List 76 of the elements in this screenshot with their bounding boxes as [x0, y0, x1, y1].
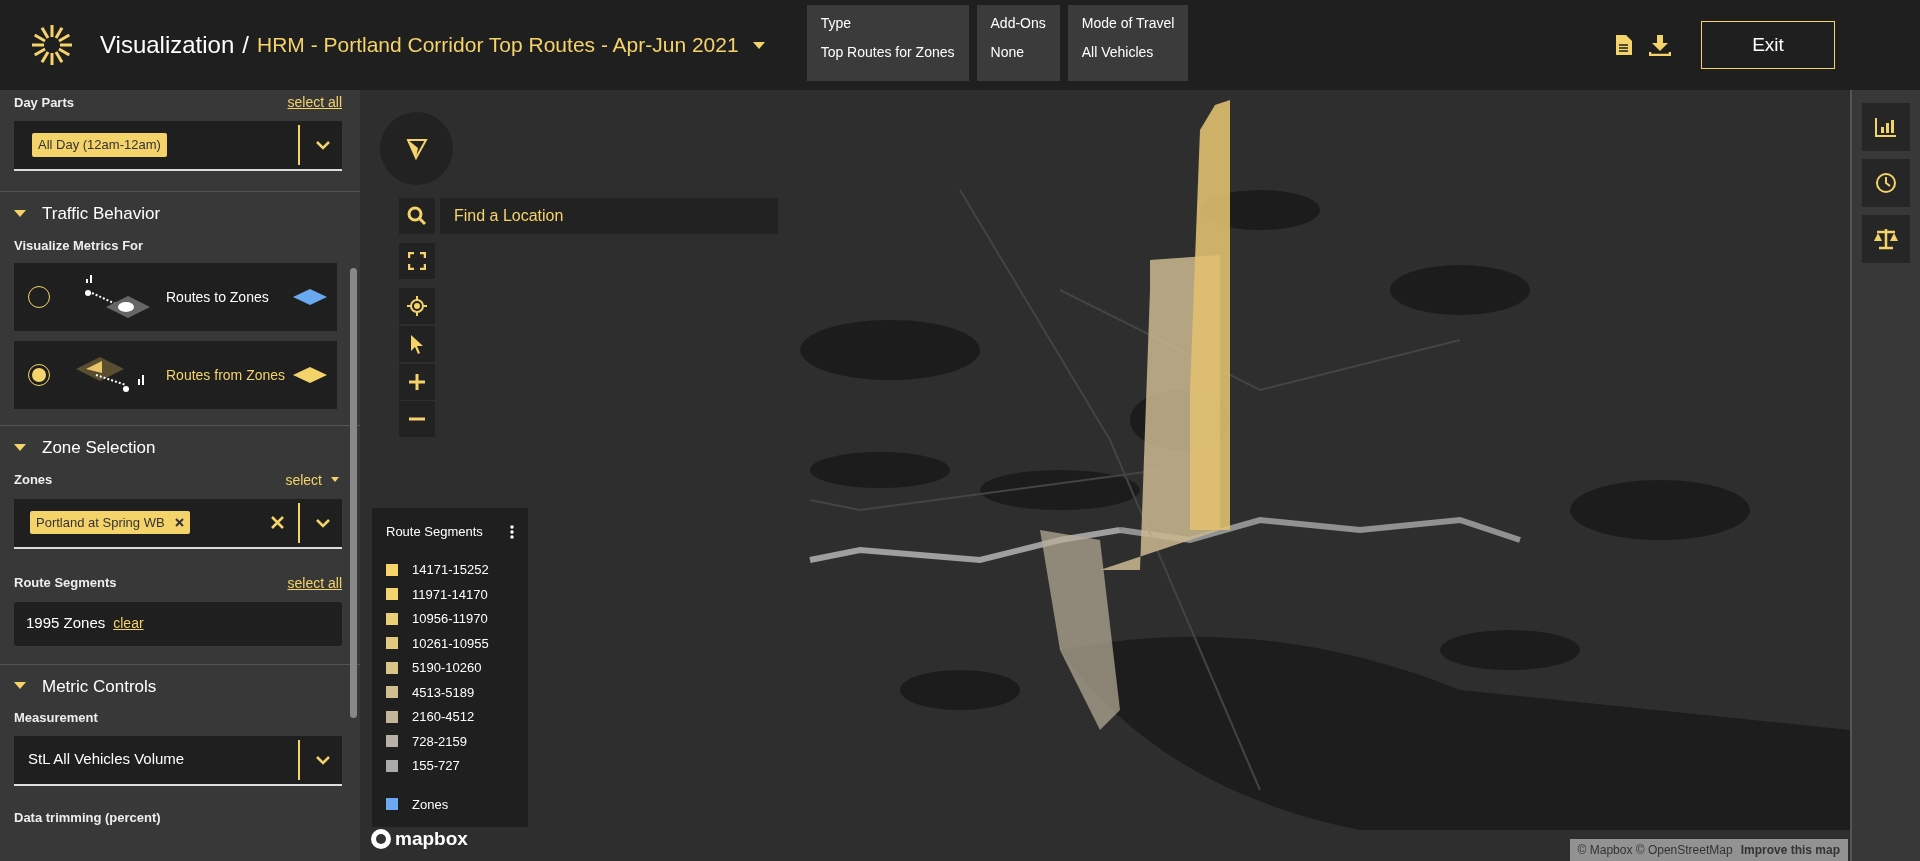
- selected-chip: Portland at Spring WB: [30, 510, 190, 535]
- zones-dropdown[interactable]: Portland at Spring WB: [14, 498, 342, 549]
- fullscreen-icon: [408, 252, 426, 270]
- attribution-text: © Mapbox © OpenStreetMap: [1577, 842, 1733, 859]
- mapbox-logo-icon: [370, 827, 392, 850]
- legend-label: 2160-4512: [412, 708, 475, 726]
- info-label: Type: [820, 14, 852, 33]
- section-header[interactable]: Metric Controls: [14, 664, 157, 708]
- locate-button[interactable]: [399, 288, 435, 324]
- download-icon[interactable]: [1649, 34, 1671, 56]
- legend-label: 14171-15252: [412, 561, 489, 579]
- field-label: Zones: [14, 471, 53, 490]
- section-header[interactable]: Traffic Behavior: [14, 192, 161, 236]
- info-value: None: [990, 43, 1025, 62]
- field-label: Visualize Metrics For: [14, 236, 145, 255]
- section-header[interactable]: Zone Selection: [14, 426, 156, 470]
- clock-icon: [1875, 172, 1897, 194]
- field-label: Data trimming (percent): [14, 808, 162, 827]
- exit-button[interactable]: Exit: [1701, 21, 1835, 69]
- segments-count: 1995 Zones: [26, 613, 106, 634]
- compare-button[interactable]: [1862, 215, 1910, 263]
- zoom-out-button[interactable]: [399, 401, 435, 437]
- bar-chart-icon: [1875, 117, 1897, 137]
- legend-label: 155-727: [412, 757, 460, 775]
- scrollbar[interactable]: [350, 268, 357, 718]
- measurement-dropdown[interactable]: StL All Vehicles Volume: [14, 735, 342, 786]
- info-value: Top Routes for Zones: [820, 43, 955, 62]
- caret-down-icon: [328, 476, 342, 484]
- legend-label: 10261-10955: [412, 634, 489, 653]
- selected-chip: All Day (12am-12am): [32, 133, 167, 157]
- select-dropdown[interactable]: select: [285, 469, 342, 491]
- legend-label: 5190-10260: [412, 659, 482, 677]
- crosshair-icon: [407, 296, 427, 316]
- select-all-link[interactable]: select all: [287, 572, 342, 594]
- project-dropdown[interactable]: HRM - Portland Corridor Top Routes - Apr-Jun 2021: [257, 29, 767, 61]
- legend-label: Zones: [412, 795, 449, 814]
- legend-label: 11971-14170: [412, 585, 488, 604]
- legend-label: 4513-5189: [412, 683, 475, 702]
- history-button[interactable]: [1862, 159, 1910, 207]
- fullscreen-button[interactable]: [399, 243, 435, 279]
- legend-label: 10956-11970: [412, 610, 488, 628]
- cursor-icon: [410, 334, 424, 354]
- improve-map-link[interactable]: Improve this map: [1740, 841, 1840, 859]
- caret-down-icon: [750, 40, 767, 50]
- plus-icon: [408, 373, 426, 391]
- search-button[interactable]: [399, 198, 435, 234]
- minus-icon: [408, 417, 426, 421]
- field-label: Day Parts: [14, 93, 74, 112]
- compass-icon: [405, 137, 428, 160]
- select-button[interactable]: [399, 326, 435, 362]
- clear-icon[interactable]: [271, 516, 284, 529]
- search-field[interactable]: Find a Location: [440, 198, 778, 234]
- chart-button[interactable]: [1862, 103, 1910, 151]
- page-title: Visualization: [100, 30, 235, 60]
- info-label: Add-Ons: [990, 14, 1046, 33]
- field-label: Measurement: [14, 709, 99, 727]
- document-icon[interactable]: [1615, 34, 1633, 56]
- select-all-link[interactable]: select all: [287, 92, 342, 113]
- legend-label: 728-2159: [412, 732, 467, 751]
- map-logo-text: mapbox: [395, 826, 468, 851]
- breadcrumb-separator: /: [242, 30, 249, 60]
- metric-option[interactable]: Routes from Zones: [14, 341, 337, 409]
- field-label: Route Segments: [14, 574, 117, 593]
- info-value: All Vehicles: [1081, 43, 1155, 62]
- more-icon[interactable]: [510, 524, 514, 539]
- logo-icon: [30, 23, 74, 67]
- day-parts-dropdown[interactable]: All Day (12am-12am): [14, 121, 342, 171]
- scale-icon: [1873, 228, 1899, 250]
- map-drawing[interactable]: [800, 100, 1850, 830]
- remove-icon[interactable]: [174, 518, 184, 527]
- search-icon: [407, 206, 427, 226]
- info-label: Mode of Travel: [1081, 14, 1175, 33]
- metric-option[interactable]: Routes to Zones: [14, 263, 337, 331]
- legend-title: Route Segments: [386, 523, 483, 541]
- clear-link[interactable]: clear: [113, 613, 144, 634]
- zoom-in-button[interactable]: [399, 364, 435, 400]
